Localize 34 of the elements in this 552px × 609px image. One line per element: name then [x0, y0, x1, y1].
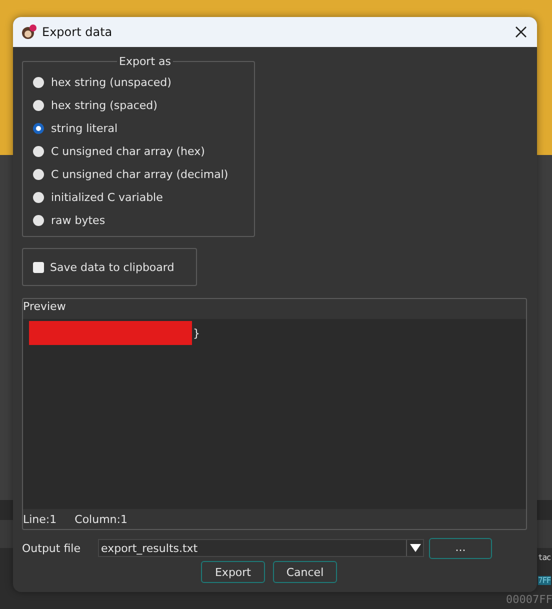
preview-title: Preview: [23, 299, 67, 315]
background-text: 00007FF: [506, 593, 552, 606]
radio-button[interactable]: [33, 169, 44, 180]
window-title: Export data: [42, 25, 114, 39]
radio-option[interactable]: C unsigned char array (hex): [23, 140, 254, 163]
preview-text: }: [193, 326, 200, 340]
preview-editor[interactable]: }: [23, 319, 526, 509]
radio-option[interactable]: hex string (spaced): [23, 94, 254, 117]
dialog-button[interactable]: Export: [201, 561, 265, 583]
dialog-button[interactable]: Cancel: [273, 561, 337, 583]
close-icon[interactable]: [515, 26, 527, 38]
radio-option[interactable]: C unsigned char array (decimal): [23, 163, 254, 186]
radio-button[interactable]: [33, 123, 44, 134]
group-title: Export as: [117, 55, 173, 68]
radio-option[interactable]: initialized C variable: [23, 186, 254, 209]
radio-button[interactable]: [33, 77, 44, 88]
output-file-combo[interactable]: export_results.txt: [98, 539, 424, 557]
dropdown-icon[interactable]: [410, 544, 420, 552]
status-text: Column:1: [74, 512, 128, 526]
radio-button[interactable]: [33, 100, 44, 111]
output-file-label: Output file: [22, 542, 82, 554]
browse-button[interactable]: ...: [429, 538, 492, 558]
radio-button[interactable]: [33, 192, 44, 203]
radio-button[interactable]: [33, 215, 44, 226]
radio-option[interactable]: raw bytes: [23, 209, 254, 232]
checkbox-option[interactable]: Save data to clipboard: [23, 256, 174, 278]
status-text: Line:1: [23, 512, 57, 526]
checkbox[interactable]: [33, 262, 44, 272]
background-text: tac: [538, 553, 551, 562]
radio-option[interactable]: hex string (unspaced): [23, 71, 254, 94]
app-icon: [21, 24, 37, 40]
radio-button[interactable]: [33, 146, 44, 157]
radio-option[interactable]: string literal: [23, 117, 254, 140]
background-text: 7FF: [538, 576, 551, 585]
